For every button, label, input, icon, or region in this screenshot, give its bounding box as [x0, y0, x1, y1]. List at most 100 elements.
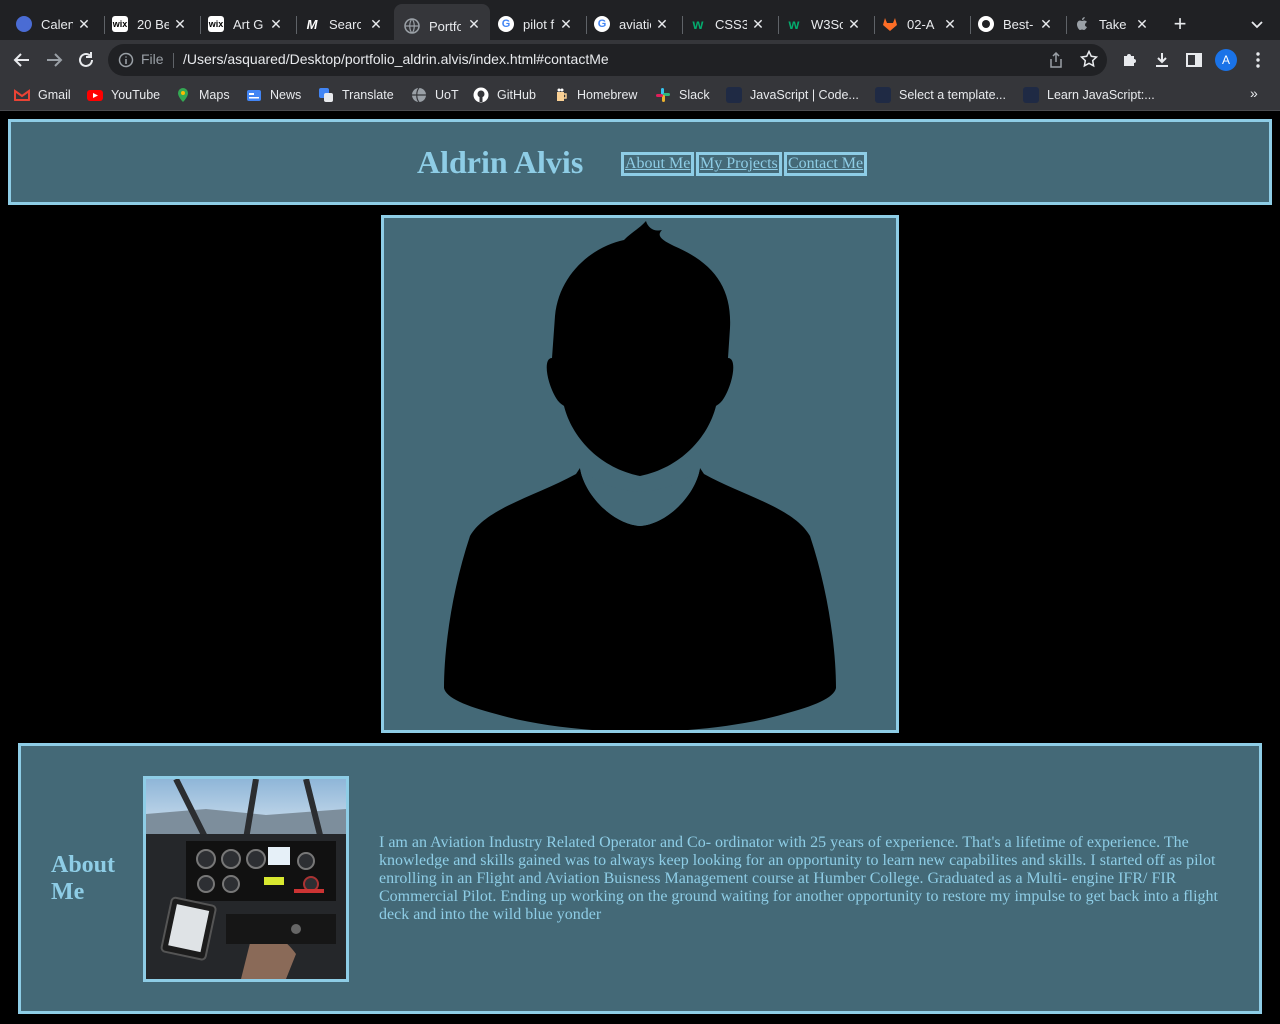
url-text[interactable]: /Users/asquared/Desktop/portfolio_aldrin…	[183, 51, 609, 67]
bookmark-label: News	[270, 88, 302, 102]
nav-link-about-me[interactable]: About Me	[621, 152, 695, 176]
close-tab-icon[interactable]: ✕	[1134, 16, 1150, 32]
bookmark-homebrew[interactable]: Homebrew	[553, 86, 637, 104]
bookmark-learn-javascript[interactable]: Learn JavaScript:...	[1023, 86, 1155, 104]
wix-icon: wix	[112, 16, 128, 32]
bookmark-label: Translate	[342, 88, 394, 102]
browser-tab[interactable]: G pilot f ✕	[498, 8, 582, 40]
browser-tab[interactable]: G aviatio ✕	[594, 8, 678, 40]
close-tab-icon[interactable]: ✕	[846, 16, 862, 32]
menu-button[interactable]	[1248, 50, 1268, 70]
bookmark-slack[interactable]: Slack	[655, 86, 710, 104]
bookmark-gmail[interactable]: Gmail	[14, 86, 71, 104]
tab-separator	[778, 16, 779, 34]
w3schools-icon: w	[692, 16, 704, 32]
browser-tab[interactable]: wix 20 Be ✕	[112, 8, 196, 40]
bookmark-maps[interactable]: Maps	[175, 86, 230, 104]
browser-toolbar: File /Users/asquared/Desktop/portfolio_a…	[0, 40, 1280, 80]
bookmark-youtube[interactable]: YouTube	[87, 86, 160, 104]
bookmark-javascript-codecademy[interactable]: JavaScript | Code...	[726, 86, 859, 104]
close-tab-icon[interactable]: ✕	[268, 16, 284, 32]
tab-strip: Calen ✕ wix 20 Be ✕ wix Art G ✕ M Searc …	[0, 0, 1280, 44]
news-icon	[247, 90, 261, 101]
homebrew-icon	[557, 88, 567, 101]
bookmark-translate[interactable]: Translate	[318, 86, 394, 104]
bookmark-label: Select a template...	[899, 88, 1007, 102]
reload-button[interactable]	[74, 48, 98, 72]
google-icon: G	[498, 16, 514, 32]
browser-tab[interactable]: Calen ✕	[16, 8, 100, 40]
profile-hero-image	[381, 215, 899, 733]
tab-search-chevron-icon[interactable]	[1249, 16, 1265, 32]
back-button[interactable]	[10, 48, 34, 72]
close-tab-icon[interactable]: ✕	[466, 16, 482, 32]
about-me-heading: About Me	[51, 852, 116, 905]
forward-button[interactable]	[42, 48, 66, 72]
tab-separator	[104, 16, 105, 34]
arrow-right-icon	[47, 53, 63, 67]
close-tab-icon[interactable]: ✕	[172, 16, 188, 32]
new-tab-button[interactable]: +	[1170, 13, 1190, 35]
downloads-button[interactable]	[1152, 50, 1172, 70]
cockpit-photo	[143, 776, 349, 982]
nav-link-my-projects[interactable]: My Projects	[696, 152, 782, 176]
address-bar[interactable]: File /Users/asquared/Desktop/portfolio_a…	[108, 44, 1107, 76]
bookmark-label: Slack	[679, 88, 710, 102]
bookmark-label: Maps	[199, 88, 230, 102]
tab-separator	[586, 16, 587, 34]
bookmark-label: Homebrew	[577, 88, 638, 102]
bookmark-label: UoT	[435, 88, 459, 102]
globe-icon	[404, 18, 420, 34]
arrow-left-icon	[13, 53, 29, 67]
bookmarks-overflow-button[interactable]: »	[1250, 85, 1258, 101]
browser-tab[interactable]: w W3Sc ✕	[786, 8, 870, 40]
tab-title: CSS3	[715, 16, 747, 32]
close-tab-icon[interactable]: ✕	[1038, 16, 1054, 32]
share-icon[interactable]	[1048, 52, 1064, 68]
calendar-icon	[16, 16, 32, 32]
close-tab-icon[interactable]: ✕	[368, 16, 384, 32]
google-icon: G	[594, 16, 610, 32]
browser-tab-active[interactable]: Portfo ✕	[394, 4, 490, 44]
translate-icon	[319, 88, 333, 102]
close-tab-icon[interactable]: ✕	[558, 16, 574, 32]
browser-tab[interactable]: wix Art G ✕	[208, 8, 292, 40]
close-tab-icon[interactable]: ✕	[76, 16, 92, 32]
profile-avatar[interactable]: A	[1215, 49, 1237, 71]
bookmark-label: JavaScript | Code...	[750, 88, 859, 102]
bookmark-github[interactable]: GitHub	[473, 86, 536, 104]
close-tab-icon[interactable]: ✕	[654, 16, 670, 32]
template-icon	[875, 87, 891, 103]
tab-separator	[874, 16, 875, 34]
tab-title: W3Sc	[811, 16, 843, 32]
tab-title: Best-	[1003, 16, 1034, 32]
tab-separator	[1066, 16, 1067, 34]
side-panel-button[interactable]	[1184, 50, 1204, 70]
bookmark-news[interactable]: News	[246, 86, 301, 104]
slack-icon	[656, 88, 670, 102]
browser-tab[interactable]: M Searc ✕	[304, 8, 392, 40]
bookmark-label: GitHub	[497, 88, 536, 102]
extensions-button[interactable]	[1120, 50, 1140, 70]
browser-tab[interactable]: Take ✕	[1074, 8, 1158, 40]
bookmark-star-icon[interactable]	[1080, 50, 1098, 68]
bookmark-label: YouTube	[111, 88, 161, 102]
info-icon[interactable]	[118, 52, 134, 68]
close-tab-icon[interactable]: ✕	[942, 16, 958, 32]
tab-separator	[200, 16, 201, 34]
bookmarks-bar: Gmail YouTube Maps News Translate UoT Gi…	[0, 80, 1280, 111]
github-icon	[978, 16, 994, 32]
about-me-paragraph: I am an Aviation Industry Related Operat…	[379, 834, 1218, 923]
globe-icon	[412, 87, 426, 103]
tab-title: Portfo	[429, 18, 461, 34]
bookmark-uot[interactable]: UoT	[411, 86, 459, 104]
close-tab-icon[interactable]: ✕	[750, 16, 766, 32]
youtube-icon	[87, 90, 103, 101]
browser-tab[interactable]: w CSS3 ✕	[690, 8, 774, 40]
bookmark-select-template[interactable]: Select a template...	[875, 86, 1006, 104]
browser-tab[interactable]: Best- ✕	[978, 8, 1062, 40]
tab-title: Take	[1099, 16, 1127, 32]
nav-link-contact-me[interactable]: Contact Me	[784, 152, 868, 176]
gmail-icon	[14, 89, 30, 101]
browser-tab[interactable]: 02-A ✕	[882, 8, 966, 40]
